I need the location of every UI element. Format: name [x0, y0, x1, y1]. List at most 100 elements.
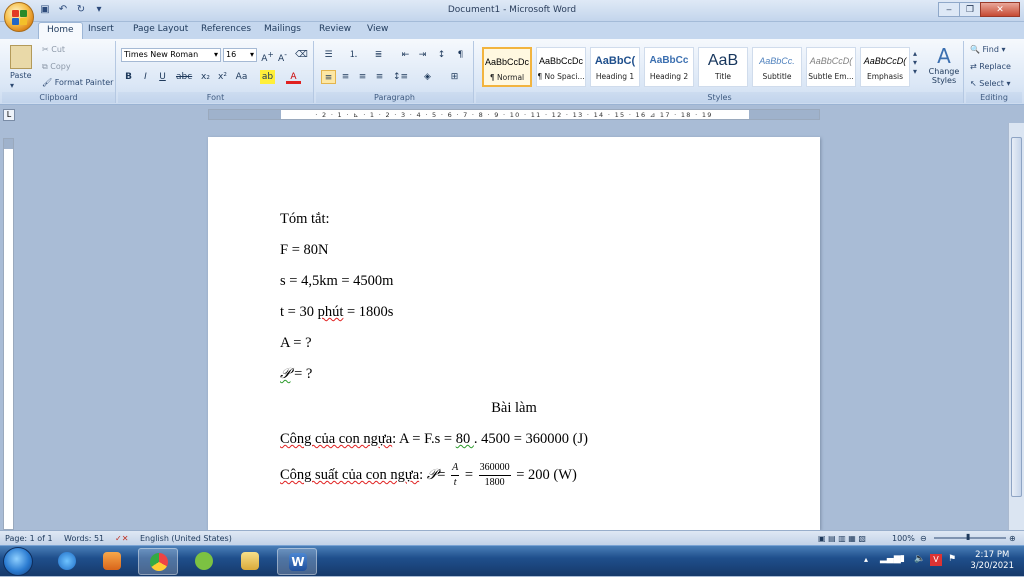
change-styles-button[interactable]: A Change Styles — [926, 45, 962, 85]
vertical-ruler[interactable] — [3, 138, 14, 530]
superscript-icon[interactable]: x² — [215, 70, 230, 84]
zoom-out-icon[interactable]: ⊖ — [920, 534, 927, 543]
multilevel-list-icon[interactable]: ≣ — [371, 48, 386, 62]
show-formatting-icon[interactable]: ¶ — [453, 48, 468, 62]
styles-group: AaBbCcDc ¶ Normal AaBbCcDc ¶ No Spaci... A… — [476, 41, 964, 103]
align-right-icon[interactable]: ≡ — [355, 70, 370, 84]
paste-button[interactable]: Paste — [10, 71, 32, 80]
decrease-indent-icon[interactable]: ⇤ — [398, 48, 413, 62]
subscript-icon[interactable]: x₂ — [198, 70, 213, 84]
editing-group: 🔍 Find ▾ ⇄ Replace ↖ Select ▾ Editing — [966, 41, 1022, 103]
clipboard-label: Clipboard — [2, 92, 115, 103]
find-button[interactable]: 🔍 Find ▾ — [970, 45, 1005, 54]
grow-font-icon[interactable]: A+ — [260, 48, 275, 64]
zoom-in-icon[interactable]: ⊕ — [1009, 534, 1016, 543]
flag-icon[interactable]: ⚑ — [948, 554, 956, 564]
folder-icon — [241, 552, 259, 570]
bullets-icon[interactable]: ☰ — [321, 48, 336, 62]
taskbar-app[interactable] — [184, 548, 224, 575]
tab-home[interactable]: Home — [38, 22, 83, 39]
page-count[interactable]: Page: 1 of 1 — [5, 534, 53, 543]
tab-references[interactable]: References — [201, 24, 251, 34]
style-heading-2[interactable]: AaBbCc Heading 2 — [644, 47, 694, 87]
tab-insert[interactable]: Insert — [88, 24, 114, 34]
cut-button[interactable]: ✂ Cut — [42, 45, 65, 54]
minimize-button[interactable]: ‒ — [938, 2, 960, 17]
style-title[interactable]: AaB Title — [698, 47, 748, 87]
show-hidden-icons-icon[interactable]: ▴ — [864, 555, 868, 564]
paragraph-label: Paragraph — [316, 92, 473, 103]
office-button[interactable] — [4, 2, 34, 32]
styles-scroll-icon[interactable]: ▴ ▾ ▾ — [913, 49, 917, 76]
tab-page-layout[interactable]: Page Layout — [133, 24, 188, 34]
bold-icon[interactable]: B — [121, 70, 136, 84]
style-no-spacing[interactable]: AaBbCcDc ¶ No Spaci... — [536, 47, 586, 87]
vertical-scrollbar[interactable] — [1008, 123, 1024, 530]
numbering-icon[interactable]: ⒈ — [346, 48, 361, 62]
close-button[interactable]: ✕ — [980, 2, 1020, 17]
sort-icon[interactable]: ↕ — [434, 48, 449, 62]
style-normal[interactable]: AaBbCcDc ¶ Normal — [482, 47, 532, 87]
tab-selector-icon[interactable]: L — [3, 109, 15, 121]
antivirus-icon[interactable]: V — [930, 554, 942, 566]
style-emphasis[interactable]: AaBbCcD(Emphasis — [860, 47, 910, 87]
select-button[interactable]: ↖ Select ▾ — [970, 79, 1011, 88]
clock[interactable]: 2:17 PM 3/20/2021 — [970, 550, 1014, 572]
proofing-icon[interactable]: ✓✕ — [115, 534, 128, 543]
clear-formatting-icon[interactable]: ⌫ — [294, 48, 309, 62]
zoom-level[interactable]: 100% — [892, 534, 915, 543]
italic-icon[interactable]: I — [138, 70, 153, 84]
styles-label: Styles — [476, 92, 963, 103]
start-button[interactable] — [3, 547, 33, 576]
taskbar-word[interactable]: W — [277, 548, 317, 575]
strikethrough-icon[interactable]: abc — [176, 70, 192, 84]
doc-line-6: 𝒫 = ? — [280, 366, 313, 382]
document-page[interactable]: Tóm tắt: F = 80N s = 4,5km = 4500m t = 3… — [208, 137, 820, 530]
paste-icon[interactable] — [10, 45, 32, 69]
copy-button[interactable]: ⧉ Copy — [42, 62, 71, 72]
shrink-font-icon[interactable]: A- — [275, 48, 290, 64]
system-tray: ▴ ▂▄▆ ▮ 🔈 V ⚑ 2:17 PM 3/20/2021 — [854, 546, 1024, 577]
zoom-slider-thumb[interactable]: ▮ — [966, 532, 970, 541]
align-center-icon[interactable]: ≡ — [338, 70, 353, 84]
scrollbar-thumb[interactable] — [1011, 137, 1022, 497]
tab-review[interactable]: Review — [319, 24, 351, 34]
doc-line-9: Công suất của con ngựa: 𝒫= At = 360000 18… — [280, 462, 577, 488]
doc-line-5: A = ? — [280, 335, 312, 351]
network-icon[interactable]: ▂▄▆ — [880, 554, 901, 564]
justify-icon[interactable]: ≡ — [372, 70, 387, 84]
ribbon: Paste ▾ ✂ Cut ⧉ Copy 🖌 Format Painter Cl… — [0, 39, 1024, 105]
underline-icon[interactable]: U — [155, 70, 170, 84]
battery-icon[interactable]: ▮ — [900, 554, 905, 564]
shading-icon[interactable]: ◈ — [420, 70, 435, 84]
taskbar-ie[interactable] — [47, 548, 87, 575]
borders-icon[interactable]: ⊞ — [447, 70, 462, 84]
restore-button[interactable]: ❐ — [959, 2, 981, 17]
volume-icon[interactable]: 🔈 — [914, 554, 925, 564]
highlight-icon[interactable]: ab — [260, 70, 275, 84]
tab-mailings[interactable]: Mailings — [264, 24, 301, 34]
language-status[interactable]: English (United States) — [140, 534, 232, 543]
style-subtitle[interactable]: AaBbCc. Subtitle — [752, 47, 802, 87]
tab-view[interactable]: View — [367, 24, 388, 34]
ribbon-tabs: Home Insert Page Layout References Maili… — [0, 22, 1024, 39]
taskbar-chrome[interactable] — [138, 548, 178, 575]
word-count[interactable]: Words: 51 — [64, 534, 104, 543]
align-left-icon[interactable]: ≡ — [321, 70, 336, 84]
taskbar-media-player[interactable] — [92, 548, 132, 575]
font-color-icon[interactable]: A — [286, 70, 301, 84]
change-case-icon[interactable]: Aa — [234, 70, 249, 84]
taskbar: W ▴ ▂▄▆ ▮ 🔈 V ⚑ 2:17 PM 3/20/2021 — [0, 545, 1024, 576]
horizontal-ruler[interactable]: · 2 · 1 · ⊾ · 1 · 2 · 3 · 4 · 5 · 6 · 7 … — [208, 109, 820, 120]
replace-button[interactable]: ⇄ Replace — [970, 62, 1011, 71]
line-spacing-icon[interactable]: ↕≡ — [393, 70, 408, 84]
view-buttons[interactable]: ▣ ▤ ▥ ▦ ▧ — [818, 534, 866, 543]
doc-line-8: Công của con ngựa: A = F.s = 80 . 4500 =… — [280, 431, 588, 447]
taskbar-explorer[interactable] — [230, 548, 270, 575]
font-name-box[interactable]: Times New Roman ▾ — [121, 48, 221, 62]
style-heading-1[interactable]: AaBbC(Heading 1 — [590, 47, 640, 87]
style-subtle-emphasis[interactable]: AaBbCcD(Subtle Em... — [806, 47, 856, 87]
format-painter-button[interactable]: 🖌 Format Painter — [42, 78, 113, 87]
font-size-box[interactable]: 16 ▾ — [223, 48, 257, 62]
increase-indent-icon[interactable]: ⇥ — [415, 48, 430, 62]
